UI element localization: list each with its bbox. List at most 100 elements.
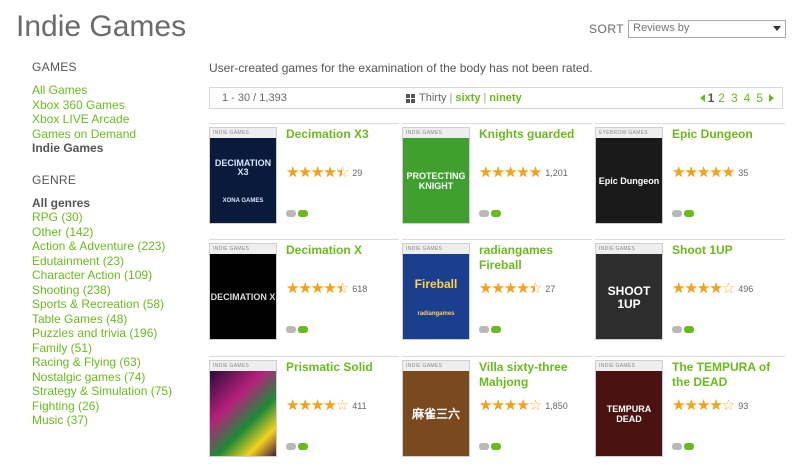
star-rating-icon: ☆☆☆☆☆★★★★★	[479, 164, 542, 181]
platform-icons	[672, 210, 696, 217]
game-title-link[interactable]: Prismatic Solid	[286, 360, 398, 375]
game-rating: ☆☆☆☆☆★★★★★1,850	[479, 398, 568, 414]
rating-count: 1,201	[545, 168, 568, 178]
next-page-icon[interactable]	[769, 94, 774, 102]
game-cover-image[interactable]: INDIE GAMES TEMPURA DEAD	[595, 360, 663, 457]
page-link-2[interactable]: 2	[718, 91, 725, 105]
per-page-ninety-link[interactable]: ninety	[489, 92, 521, 104]
rating-count: 618	[352, 284, 368, 294]
game-title-link[interactable]: Epic Dungeon	[672, 127, 784, 142]
game-cover-image[interactable]: INDIE GAMES 麻雀三六	[402, 360, 470, 457]
cover-art-footer: XONA GAMES	[222, 197, 264, 204]
game-cover-image[interactable]: INDIE GAMES PROTECTING KNIGHT	[402, 127, 470, 224]
game-tile[interactable]: INDIE GAMES PROTECTING KNIGHT Knights guar…	[402, 123, 592, 231]
previous-page-icon[interactable]	[699, 94, 705, 102]
cover-band-label: INDIE GAMES	[403, 244, 469, 254]
genre-item-fighting-26[interactable]: Fighting (26)	[32, 399, 202, 414]
sort-dropdown-value: Reviews by	[633, 22, 690, 34]
platform-icons	[286, 210, 310, 217]
game-tile[interactable]: INDIE GAMES SHOOT 1UP Shoot 1UP ☆☆☆☆☆★★★★★4…	[595, 239, 785, 347]
genre-item-racing-flying-63[interactable]: Racing & Flying (63)	[32, 355, 202, 370]
game-title-link[interactable]: Decimation X3	[286, 127, 398, 142]
rating-count: 1,850	[545, 401, 568, 411]
cover-art-text: DECIMATION X3	[214, 157, 272, 178]
cover-art-text: 麻雀三六	[411, 407, 460, 422]
genre-item-action-adventure-223[interactable]: Action & Adventure (223)	[32, 239, 202, 254]
game-title-link[interactable]: radiangames Fireball	[479, 243, 591, 273]
controller-icon	[479, 443, 489, 450]
rating-count: 27	[545, 284, 556, 294]
cover-band-label: INDIE GAMES	[210, 244, 276, 254]
game-tile[interactable]: EYEBROW GAMES Epic Dungeon Epic Dungeon ☆☆☆…	[595, 123, 785, 231]
platform-icons	[479, 210, 503, 217]
page-link-3[interactable]: 3	[731, 91, 738, 105]
star-rating-icon: ☆☆☆☆☆★★★★★	[672, 397, 735, 414]
genre-item-rpg-30[interactable]: RPG (30)	[32, 210, 202, 225]
per-page-separator: |	[449, 92, 453, 104]
sidebar-item-xbox-live-arcade[interactable]: Xbox LIVE Arcade	[32, 112, 202, 127]
game-cover-image[interactable]: EYEBROW GAMES Epic Dungeon	[595, 127, 663, 224]
sidebar-item-all-games[interactable]: All Games	[32, 83, 202, 98]
game-title-link[interactable]: The TEMPURA of the DEAD	[672, 360, 784, 390]
cover-art-text: TEMPURA DEAD	[606, 404, 652, 424]
per-page-sixty-link[interactable]: sixty	[455, 92, 480, 104]
xbox-controller-icon	[298, 326, 308, 333]
game-tile[interactable]: INDIE GAMES DECIMATION X3 XONA GAMES Decima…	[209, 123, 399, 231]
game-rating: ☆☆☆☆☆★★★★★618	[286, 281, 367, 297]
game-tile[interactable]: INDIE GAMES Fireball radiangames radiangame…	[402, 239, 592, 347]
cover-band-label: INDIE GAMES	[596, 361, 662, 371]
genre-item-sports-recreation-58[interactable]: Sports & Recreation (58)	[32, 297, 202, 312]
page-link-1[interactable]: 1	[708, 91, 715, 105]
star-rating-icon: ☆☆☆☆☆★★★★★	[479, 280, 542, 297]
page-description: User-created games for the examination o…	[209, 61, 593, 75]
game-cover-image[interactable]: INDIE GAMES DECIMATION X	[209, 243, 277, 340]
cover-art: DECIMATION X	[210, 254, 276, 339]
genre-item-family-51[interactable]: Family (51)	[32, 341, 202, 356]
star-rating-icon: ☆☆☆☆☆★★★★★	[672, 280, 735, 297]
game-rating: ☆☆☆☆☆ ★★★★★ 1,201	[479, 165, 568, 181]
page-link-5[interactable]: 5	[756, 91, 763, 105]
sort-label: SORT	[589, 22, 625, 36]
genre-item-all-genres[interactable]: All genres	[32, 196, 202, 211]
game-tile[interactable]: INDIE GAMES DECIMATION X Decimation X ☆☆☆☆☆…	[209, 239, 399, 347]
genre-item-nostalgic-games-74[interactable]: Nostalgic games (74)	[32, 370, 202, 385]
per-page-separator: |	[483, 92, 487, 104]
genre-item-puzzles-and-trivia-196[interactable]: Puzzles and trivia (196)	[32, 326, 202, 341]
genre-item-table-games-48[interactable]: Table Games (48)	[32, 312, 202, 327]
game-tile[interactable]: INDIE GAMES 麻雀三六 Villa sixty-three Mahjong…	[402, 356, 592, 464]
game-cover-image[interactable]: INDIE GAMES Fireball radiangames	[402, 243, 470, 340]
cover-art: PROTECTING KNIGHT	[403, 138, 469, 223]
cover-art: TEMPURA DEAD	[596, 371, 662, 456]
sidebar: GAMES All Games Xbox 360 Games Xbox LIVE A…	[32, 60, 202, 428]
cover-art-text: DECIMATION X	[210, 291, 276, 302]
sidebar-item-xbox-360-games[interactable]: Xbox 360 Games	[32, 98, 202, 113]
game-title-link[interactable]: Villa sixty-three Mahjong	[479, 360, 591, 390]
game-title-link[interactable]: Decimation X	[286, 243, 398, 258]
game-cover-image[interactable]: INDIE GAMES	[209, 360, 277, 457]
sort-dropdown[interactable]: Reviews by	[628, 20, 787, 38]
genre-item-other-142[interactable]: Other (142)	[32, 225, 202, 240]
genre-item-character-action-109[interactable]: Character Action (109)	[32, 268, 202, 283]
game-cover-image[interactable]: INDIE GAMES DECIMATION X3 XONA GAMES	[209, 127, 277, 224]
sidebar-item-indie-games[interactable]: Indie Games	[32, 141, 202, 156]
game-title-link[interactable]: Shoot 1UP	[672, 243, 784, 258]
genre-item-music-37[interactable]: Music (37)	[32, 413, 202, 428]
xbox-controller-icon	[684, 443, 694, 450]
game-title-link[interactable]: Knights guarded	[479, 127, 591, 142]
rating-count: 29	[352, 168, 363, 178]
result-range: 1 - 30 / 1,393	[222, 92, 287, 104]
pagination: 12345	[699, 91, 774, 105]
game-tile[interactable]: INDIE GAMES TEMPURA DEAD The TEMPURA of th…	[595, 356, 785, 464]
controller-icon	[479, 210, 489, 217]
genre-item-strategy-simulation-75[interactable]: Strategy & Simulation (75)	[32, 384, 202, 399]
page-link-4[interactable]: 4	[744, 91, 751, 105]
xbox-controller-icon	[491, 210, 501, 217]
game-cover-image[interactable]: INDIE GAMES SHOOT 1UP	[595, 243, 663, 340]
genre-item-edutainment-23[interactable]: Edutainment (23)	[32, 254, 202, 269]
sidebar-item-games-on-demand[interactable]: Games on Demand	[32, 127, 202, 142]
sort-control: SORT Reviews by	[589, 20, 787, 38]
genre-item-shooting-238[interactable]: Shooting (238)	[32, 283, 202, 298]
grid-view-icon	[406, 93, 415, 103]
platform-icons	[479, 443, 503, 450]
game-tile[interactable]: INDIE GAMES Prismatic Solid ☆☆☆☆☆★★★★★411	[209, 356, 399, 464]
